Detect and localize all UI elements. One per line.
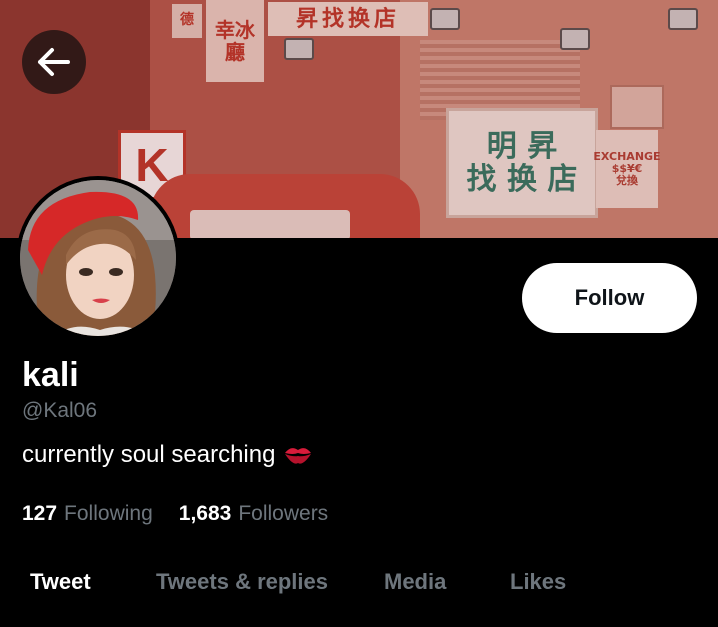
kiss-mark-icon — [285, 448, 312, 464]
following-label[interactable]: Following — [64, 502, 153, 526]
tab-tweet[interactable]: Tweet — [30, 569, 91, 595]
profile-handle: @Kal06 — [22, 399, 98, 422]
bio-text: currently soul searching — [22, 441, 276, 468]
tab-media[interactable]: Media — [384, 569, 446, 595]
avatar[interactable] — [16, 176, 180, 340]
back-button[interactable] — [22, 30, 86, 94]
profile-name: kali — [22, 356, 79, 394]
follow-button[interactable]: Follow — [522, 263, 697, 333]
followers-label[interactable]: Followers — [238, 502, 328, 526]
arrow-left-icon — [38, 48, 70, 76]
tab-tweets-replies[interactable]: Tweets & replies — [156, 569, 328, 595]
profile-stats: 127 Following 1,683 Followers — [22, 502, 328, 526]
following-count[interactable]: 127 — [22, 502, 57, 526]
followers-count[interactable]: 1,683 — [179, 502, 232, 526]
tab-likes[interactable]: Likes — [510, 569, 566, 595]
avatar-portrait — [20, 180, 176, 336]
avatar-image — [20, 180, 176, 336]
profile-bio: currently soul searching — [22, 441, 313, 469]
